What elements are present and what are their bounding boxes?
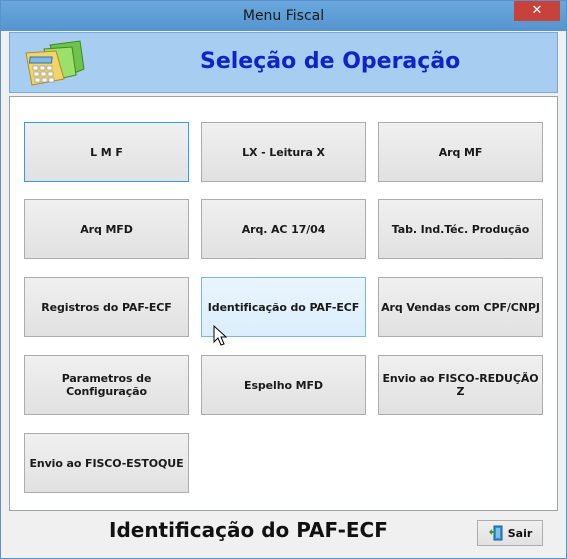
arq-mf-button[interactable]: Arq MF [378, 122, 543, 182]
registros-paf-ecf-button[interactable]: Registros do PAF-ECF [24, 277, 189, 337]
envio-fisco-estoque-button[interactable]: Envio ao FISCO-ESTOQUE [24, 433, 189, 493]
window-title: Menu Fiscal [242, 8, 325, 24]
leitura-x-button[interactable]: LX - Leitura X [201, 122, 366, 182]
footer-bar: Identificação do PAF-ECF Sair [1, 512, 566, 558]
close-button[interactable]: ✕ [514, 1, 560, 21]
selected-operation-label: Identificação do PAF-ECF [109, 518, 388, 542]
title-bar[interactable]: Menu Fiscal ✕ [1, 1, 566, 31]
tab-ind-tec-producao-button[interactable]: Tab. Ind.Téc. Produção [378, 199, 543, 259]
mouse-cursor-icon [213, 325, 227, 346]
lmf-button[interactable]: L M F [24, 122, 189, 182]
arq-ac-button[interactable]: Arq. AC 17/04 [201, 199, 366, 259]
exit-button[interactable]: Sair [477, 520, 543, 546]
exit-label: Sair [507, 526, 533, 540]
menu-fiscal-window: Menu Fiscal ✕ Seleção de Operação L M F … [0, 0, 567, 559]
envio-fisco-reducao-z-button[interactable]: Envio ao FISCO-REDUÇÃO Z [378, 355, 543, 415]
page-title: Seleção de Operação [200, 49, 461, 74]
exit-door-icon [488, 525, 503, 541]
header-banner: Seleção de Operação [9, 32, 558, 93]
arq-vendas-cpf-cnpj-button[interactable]: Arq Vendas com CPF/CNPJ [378, 277, 543, 337]
calculator-folder-icon [25, 40, 85, 86]
arq-mfd-button[interactable]: Arq MFD [24, 199, 189, 259]
espelho-mfd-button[interactable]: Espelho MFD [201, 355, 366, 415]
parametros-configuracao-button[interactable]: Parametros de Configuração [24, 355, 189, 415]
operations-panel: L M F LX - Leitura X Arq MF Arq MFD Arq.… [9, 96, 558, 511]
